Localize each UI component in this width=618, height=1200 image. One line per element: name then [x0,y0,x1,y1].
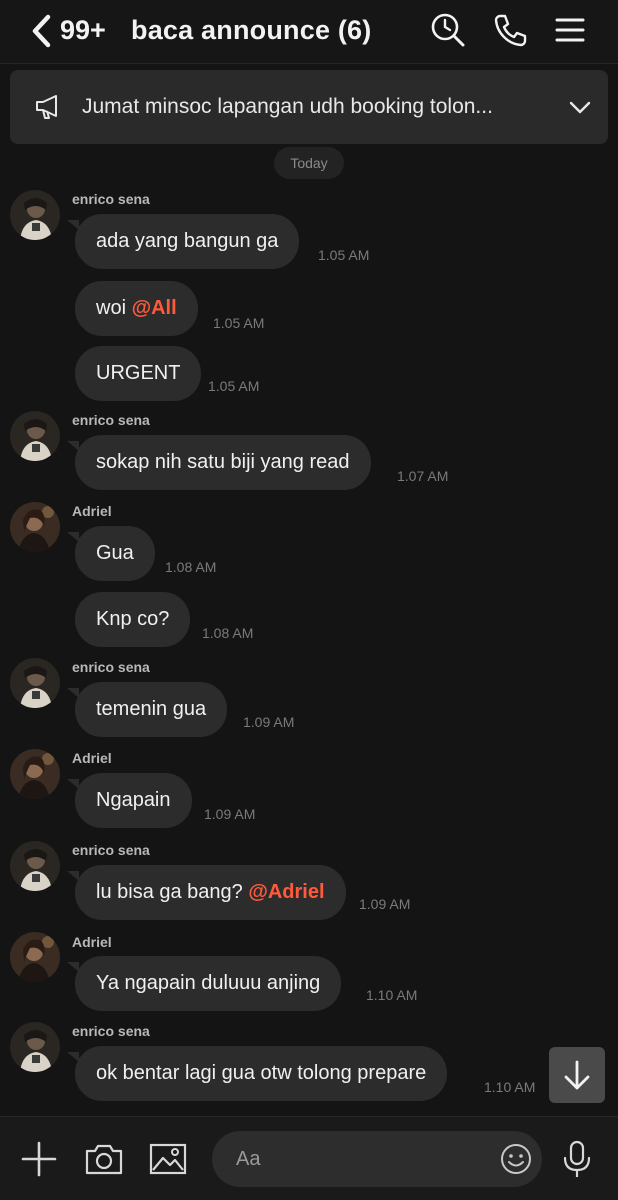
plus-icon[interactable] [19,1139,59,1179]
unread-count[interactable]: 99+ [60,15,106,46]
sender-name: Adriel [72,934,112,950]
message-text: woi [96,297,132,319]
avatar[interactable] [10,658,60,708]
avatar[interactable] [10,841,60,891]
message-time: 1.05 AM [208,378,260,394]
announcement-text: Jumat minsoc lapangan udh booking tolon.… [82,95,493,118]
message-bubble[interactable]: lu bisa ga bang? @Adriel [67,865,346,920]
sender-name: enrico sena [72,659,150,675]
message-time: 1.07 AM [397,468,449,484]
avatar[interactable] [10,1022,60,1072]
scroll-to-bottom-button[interactable] [549,1047,605,1103]
back-chevron-icon[interactable] [28,12,58,50]
phone-icon[interactable] [492,12,528,48]
message-time: 1.05 AM [318,247,370,263]
chat-title[interactable]: baca announce (6) [131,15,371,46]
message-bubble[interactable]: Ngapain [67,773,192,828]
date-divider: Today [274,147,344,179]
camera-icon[interactable] [84,1139,124,1179]
announcement-banner[interactable]: Jumat minsoc lapangan udh booking tolon.… [10,70,608,144]
arrow-down-icon [564,1060,590,1090]
megaphone-icon [36,95,57,119]
message-time: 1.10 AM [484,1079,536,1095]
sender-name: Adriel [72,750,112,766]
message-bubble[interactable]: sokap nih satu biji yang read [67,435,371,490]
message-time: 1.09 AM [359,896,411,912]
sender-name: enrico sena [72,842,150,858]
message-time: 1.09 AM [243,714,295,730]
chat-header: 99+ baca announce (6) [0,0,618,64]
message-input[interactable]: Aa [212,1131,542,1187]
chevron-down-icon[interactable] [568,98,592,116]
message-bubble[interactable]: URGENT [75,346,202,401]
message-time: 1.09 AM [204,806,256,822]
microphone-icon[interactable] [557,1139,597,1179]
message-input-placeholder: Aa [236,1148,261,1170]
emoji-icon[interactable] [500,1143,532,1175]
image-icon[interactable] [148,1139,188,1179]
message-time: 1.08 AM [202,625,254,641]
message-bubble[interactable]: Gua [67,526,155,581]
sender-name: enrico sena [72,1023,150,1039]
mention-all[interactable]: @All [132,297,177,319]
message-bubble[interactable]: temenin gua [66,682,228,737]
message-time: 1.10 AM [366,987,418,1003]
message-bubble[interactable]: Ya ngapain duluuu anjing [66,956,342,1011]
message-time: 1.05 AM [213,315,265,331]
sender-name: enrico sena [72,191,150,207]
composer-bar: Aa [0,1116,618,1200]
message-bubble[interactable]: ok bentar lagi gua otw tolong prepare [66,1046,448,1101]
message-time: 1.08 AM [165,559,217,575]
sender-name: Adriel [72,503,112,519]
avatar[interactable] [10,190,60,240]
avatar[interactable] [10,932,60,982]
avatar[interactable] [10,411,60,461]
mention-adriel[interactable]: @Adriel [248,881,324,903]
sender-name: enrico sena [72,412,150,428]
message-bubble[interactable]: Knp co? [75,592,191,647]
search-clock-icon[interactable] [430,12,466,48]
message-text: lu bisa ga bang? [96,881,249,903]
avatar[interactable] [10,749,60,799]
message-bubble[interactable]: woi @All [75,281,198,336]
menu-icon[interactable] [552,12,588,48]
message-bubble[interactable]: ada yang bangun ga [66,214,300,269]
avatar[interactable] [10,502,60,552]
